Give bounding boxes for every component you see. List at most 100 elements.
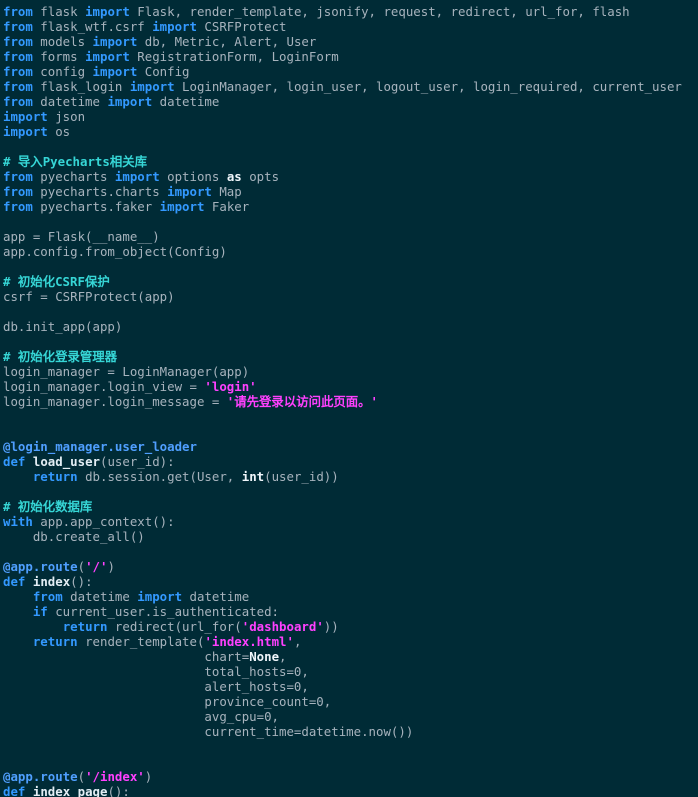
code-token: current_time=datetime.now()) [3, 724, 414, 739]
code-line[interactable]: from flask_wtf.csrf import CSRFProtect [3, 19, 682, 34]
code-line[interactable]: # 初始化数据库 [3, 499, 682, 514]
code-line[interactable]: province_count=0, [3, 694, 682, 709]
code-line[interactable]: if current_user.is_authenticated: [3, 604, 682, 619]
code-line[interactable]: from datetime import datetime [3, 94, 682, 109]
code-line[interactable]: @app.route('/') [3, 559, 682, 574]
code-line[interactable]: ​ [3, 739, 682, 754]
code-token: models [32, 34, 93, 49]
code-line[interactable]: current_time=datetime.now()) [3, 724, 682, 739]
comment-token: # 初始化数据库 [3, 499, 93, 514]
code-line[interactable]: # 导入Pyecharts相关库 [3, 154, 682, 169]
code-line[interactable]: db.init_app(app) [3, 319, 682, 334]
code-line[interactable]: csrf = CSRFProtect(app) [3, 289, 682, 304]
function-name-token: index_page [32, 784, 108, 797]
code-line[interactable]: ​ [3, 139, 682, 154]
code-line[interactable]: from pyecharts import options as opts [3, 169, 682, 184]
code-token: CSRFProtect [196, 19, 287, 34]
code-line[interactable]: login_manager.login_message = '请先登录以访问此页… [3, 394, 682, 409]
code-token: datetime [62, 589, 138, 604]
code-token: LoginManager, login_user, logout_user, l… [174, 79, 682, 94]
string-token: '/index' [85, 769, 145, 784]
code-line[interactable]: login_manager = LoginManager(app) [3, 364, 682, 379]
code-line[interactable]: def load_user(user_id): [3, 454, 682, 469]
code-line[interactable]: from datetime import datetime [3, 589, 682, 604]
code-line[interactable]: app = Flask(__name__) [3, 229, 682, 244]
code-token: Map [211, 184, 242, 199]
builtin-token: int [241, 469, 265, 484]
code-token: flask [32, 4, 86, 19]
code-token: current_user.is_authenticated: [47, 604, 280, 619]
keyword-token: from [32, 589, 63, 604]
code-line[interactable]: total_hosts=0, [3, 664, 682, 679]
code-line[interactable]: ​ [3, 754, 682, 769]
code-token: app.app_context(): [32, 514, 175, 529]
code-token: options [159, 169, 227, 184]
code-line[interactable]: from forms import RegistrationForm, Logi… [3, 49, 682, 64]
code-line[interactable]: ​ [3, 304, 682, 319]
keyword-token: def [3, 454, 26, 469]
code-token: ( [77, 559, 86, 574]
code-token: os [47, 124, 71, 139]
code-token: forms [32, 49, 86, 64]
code-line[interactable]: chart=None, [3, 649, 682, 664]
code-line[interactable]: from config import Config [3, 64, 682, 79]
code-line[interactable]: @login_manager.user_loader [3, 439, 682, 454]
string-token: 'dashboard' [241, 619, 324, 634]
keyword-token: import [137, 589, 183, 604]
code-token: render_template( [77, 634, 205, 649]
code-line[interactable]: ​ [3, 214, 682, 229]
code-token: datetime [32, 94, 108, 109]
code-token: csrf = CSRFProtect(app) [3, 289, 175, 304]
code-token: ) [107, 559, 115, 574]
code-line[interactable]: def index(): [3, 574, 682, 589]
code-line[interactable]: import os [3, 124, 682, 139]
code-line[interactable]: ​ [3, 484, 682, 499]
code-line[interactable]: return db.session.get(User, int(user_id)… [3, 469, 682, 484]
code-line[interactable]: ​ [3, 544, 682, 559]
keyword-token: if [32, 604, 48, 619]
keyword-token: return [32, 469, 78, 484]
code-line[interactable]: from pyecharts.faker import Faker [3, 199, 682, 214]
code-token: pyecharts [32, 169, 115, 184]
keyword-token: from [3, 169, 33, 184]
code-line[interactable]: def index_page(): [3, 784, 682, 797]
code-line[interactable]: from models import db, Metric, Alert, Us… [3, 34, 682, 49]
string-token: '/' [85, 559, 108, 574]
code-token: json [47, 109, 86, 124]
code-line[interactable]: ​ [3, 409, 682, 424]
code-line[interactable]: # 初始化登录管理器 [3, 349, 682, 364]
code-token: login_manager.login_view = [3, 379, 205, 394]
code-token: chart= [3, 649, 250, 664]
code-token: flask_wtf.csrf [32, 19, 153, 34]
keyword-token: def [3, 574, 26, 589]
code-line[interactable]: return render_template('index.html', [3, 634, 682, 649]
keyword-token: import [92, 64, 138, 79]
code-line[interactable]: @app.route('/index') [3, 769, 682, 784]
code-line[interactable]: ​ [3, 334, 682, 349]
keyword-token: from [3, 64, 33, 79]
code-line[interactable]: alert_hosts=0, [3, 679, 682, 694]
code-line[interactable]: ​ [3, 259, 682, 274]
decorator-token: @app.route [3, 769, 78, 784]
code-line[interactable]: from flask_login import LoginManager, lo… [3, 79, 682, 94]
code-line[interactable]: avg_cpu=0, [3, 709, 682, 724]
code-editor[interactable]: from flask import Flask, render_template… [0, 0, 698, 797]
code-line[interactable]: # 初始化CSRF保护 [3, 274, 682, 289]
code-line[interactable]: app.config.from_object(Config) [3, 244, 682, 259]
keyword-token: from [3, 19, 33, 34]
keyword-token: from [3, 34, 33, 49]
code-text-area[interactable]: from flask import Flask, render_template… [3, 4, 682, 797]
code-line[interactable]: login_manager.login_view = 'login' [3, 379, 682, 394]
code-line[interactable]: with app.app_context(): [3, 514, 682, 529]
code-line[interactable]: from pyecharts.charts import Map [3, 184, 682, 199]
keyword-token: from [3, 49, 33, 64]
code-line[interactable]: db.create_all() [3, 529, 682, 544]
code-line[interactable]: import json [3, 109, 682, 124]
code-line[interactable]: return redirect(url_for('dashboard')) [3, 619, 682, 634]
code-line[interactable]: ​ [3, 424, 682, 439]
code-line[interactable]: from flask import Flask, render_template… [3, 4, 682, 19]
